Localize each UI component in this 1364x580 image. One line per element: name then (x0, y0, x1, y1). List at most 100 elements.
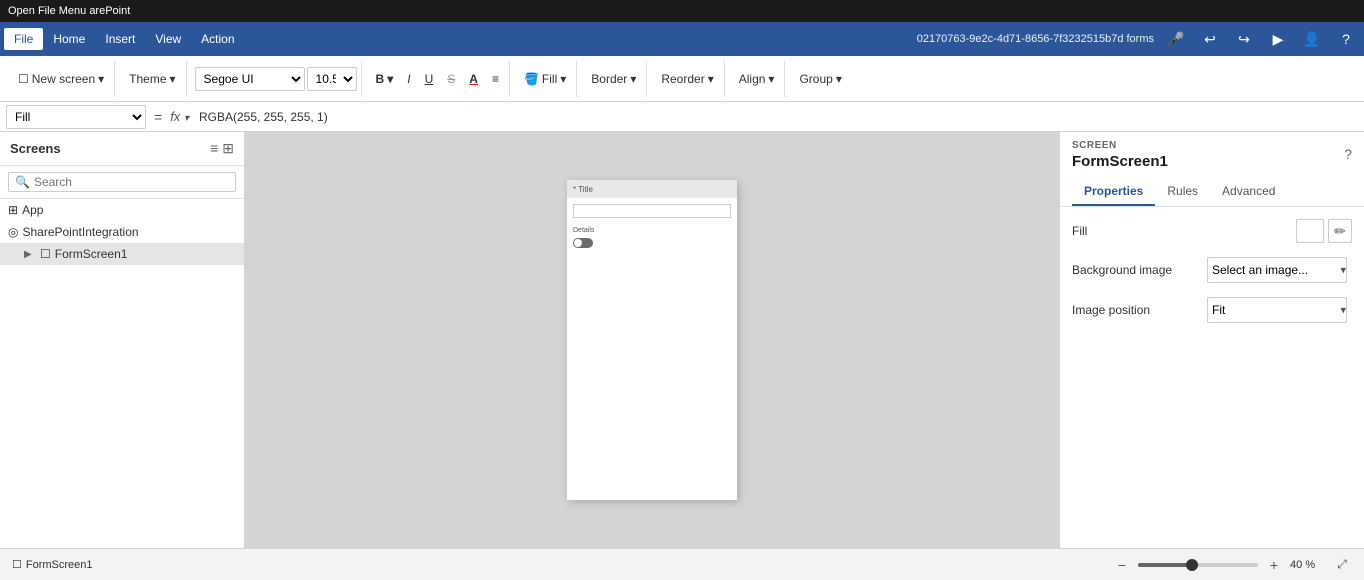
tree-item-app[interactable]: ⊞ App (0, 199, 244, 221)
fx-chevron-icon: ▾ (184, 113, 189, 124)
group-label: Group (799, 72, 832, 86)
formscreen-label: FormScreen1 (55, 247, 128, 261)
border-label: Border (591, 72, 627, 86)
tab-rules[interactable]: Rules (1155, 178, 1210, 206)
property-select[interactable]: Fill (6, 105, 146, 129)
screens-panel: Screens ≡ ⊞ 🔍 ⊞ App ◎ SharePointIntegrat… (0, 132, 245, 548)
fill-property-label: Fill (1072, 224, 1087, 238)
italic-icon: I (407, 72, 410, 86)
ribbon-theme-group: Theme ▾ (119, 61, 186, 97)
search-input[interactable] (34, 175, 229, 189)
strikethrough-button[interactable]: S (441, 69, 461, 89)
undo-icon[interactable]: ↩ (1196, 25, 1224, 53)
header-icons: 🎤 ↩ ↪ ▶ 👤 ? (1162, 25, 1360, 53)
screen-canvas: * Title Details (567, 180, 737, 500)
group-chevron-icon: ▾ (836, 72, 842, 86)
fx-button[interactable]: fx ▾ (170, 109, 189, 124)
tree-item-formscreen1[interactable]: ▶ ☐ FormScreen1 (0, 243, 244, 265)
ribbon-border-group: Border ▾ (581, 61, 647, 97)
menu-action[interactable]: Action (191, 28, 244, 50)
screens-title: Screens (10, 141, 61, 156)
ribbon-font-group: Segoe UI 10.5 (191, 61, 362, 97)
reorder-label: Reorder (661, 72, 704, 86)
align-group-button[interactable]: Align ▾ (733, 69, 781, 89)
font-color-button[interactable]: A (463, 69, 484, 89)
ribbon: ☐ New screen ▾ Theme ▾ Segoe UI 10.5 B ▾… (0, 56, 1364, 102)
zoom-slider[interactable] (1138, 563, 1258, 567)
bold-icon: B (376, 72, 385, 86)
canvas-details-label: Details (567, 224, 737, 236)
grid-view-icon[interactable]: ⊞ (222, 140, 234, 157)
canvas-title-text: * Title (573, 185, 593, 194)
zoom-in-button[interactable]: + (1264, 555, 1284, 575)
title-bar-text: Open File Menu arePoint (8, 5, 130, 17)
font-size-select[interactable]: 10.5 (307, 67, 357, 91)
ribbon-align-group: Align ▾ (729, 61, 786, 97)
background-image-property-row: Background image Select an image... (1072, 257, 1352, 283)
tree-item-sharepoint[interactable]: ◎ SharePointIntegration (0, 221, 244, 243)
image-position-property-row: Image position Fit Fill Stretch Tile Cen… (1072, 297, 1352, 323)
redo-icon[interactable]: ↪ (1230, 25, 1258, 53)
panel-help-icon[interactable]: ? (1344, 146, 1352, 162)
app-icon: ⊞ (8, 203, 18, 217)
zoom-slider-track (1138, 563, 1192, 567)
canvas-area[interactable]: * Title Details (245, 132, 1059, 548)
font-color-icon: A (469, 72, 478, 86)
underline-icon: U (425, 72, 434, 86)
canvas-toggle[interactable] (573, 238, 593, 248)
menu-bar: File Home Insert View Action 02170763-9e… (0, 22, 1364, 56)
main-content: Screens ≡ ⊞ 🔍 ⊞ App ◎ SharePointIntegrat… (0, 132, 1364, 548)
app-label: App (22, 203, 43, 217)
border-button[interactable]: Border ▾ (585, 69, 642, 89)
new-screen-chevron-icon: ▾ (98, 72, 104, 86)
fill-property-row: Fill ✏ (1072, 219, 1352, 243)
reorder-button[interactable]: Reorder ▾ (655, 69, 719, 89)
fill-color-picker-icon[interactable]: ✏ (1328, 219, 1352, 243)
panel-screen-name: FormScreen1 (1072, 153, 1352, 170)
fill-button[interactable]: 🪣 Fill ▾ (518, 69, 572, 89)
theme-label: Theme (129, 72, 166, 86)
underline-button[interactable]: U (419, 69, 440, 89)
expand-canvas-button[interactable]: ⤢ (1332, 555, 1352, 575)
tab-advanced[interactable]: Advanced (1210, 178, 1287, 206)
screens-header: Screens ≡ ⊞ (0, 132, 244, 166)
zoom-out-button[interactable]: − (1112, 555, 1132, 575)
theme-button[interactable]: Theme ▾ (123, 69, 181, 89)
bold-button[interactable]: B ▾ (370, 69, 400, 89)
status-screen-label: FormScreen1 (26, 559, 93, 571)
menu-insert[interactable]: Insert (95, 28, 145, 50)
align-button[interactable]: ≡ (486, 69, 505, 89)
play-icon[interactable]: ▶ (1264, 25, 1292, 53)
image-position-select[interactable]: Fit Fill Stretch Tile Center (1207, 297, 1347, 323)
fx-label: fx (170, 109, 180, 124)
tab-properties[interactable]: Properties (1072, 178, 1155, 206)
menu-home[interactable]: Home (43, 28, 95, 50)
formscreen-icon: ☐ (40, 247, 51, 261)
image-position-select-wrapper: Fit Fill Stretch Tile Center (1207, 297, 1352, 323)
fill-color-swatch[interactable] (1296, 219, 1324, 243)
font-family-select[interactable]: Segoe UI (195, 67, 305, 91)
italic-button[interactable]: I (401, 69, 416, 89)
panel-section-label: SCREEN (1072, 140, 1352, 151)
user-icon[interactable]: 👤 (1298, 25, 1326, 53)
menu-file[interactable]: File (4, 28, 43, 50)
status-bar: ☐ FormScreen1 − + 40 % ⤢ (0, 548, 1364, 580)
fill-property-value: ✏ (1296, 219, 1352, 243)
formula-input[interactable] (195, 105, 1358, 129)
microphone-icon[interactable]: 🎤 (1162, 25, 1190, 53)
list-view-icon[interactable]: ≡ (210, 140, 218, 157)
right-panel-header: SCREEN FormScreen1 Properties Rules Adva… (1060, 132, 1364, 207)
background-image-select-wrapper: Select an image... (1207, 257, 1352, 283)
help-icon[interactable]: ? (1332, 25, 1360, 53)
status-screen-name: ☐ FormScreen1 (12, 558, 93, 571)
new-screen-button[interactable]: ☐ New screen ▾ (12, 69, 110, 89)
search-bar: 🔍 (0, 166, 244, 199)
canvas-title-bar: * Title (567, 180, 737, 198)
group-button[interactable]: Group ▾ (793, 69, 847, 89)
menu-view[interactable]: View (145, 28, 191, 50)
screens-view-icons: ≡ ⊞ (210, 140, 234, 157)
background-image-select[interactable]: Select an image... (1207, 257, 1347, 283)
new-screen-label: New screen (32, 72, 95, 86)
background-image-label: Background image (1072, 263, 1172, 277)
fill-icon: 🪣 (524, 72, 539, 86)
